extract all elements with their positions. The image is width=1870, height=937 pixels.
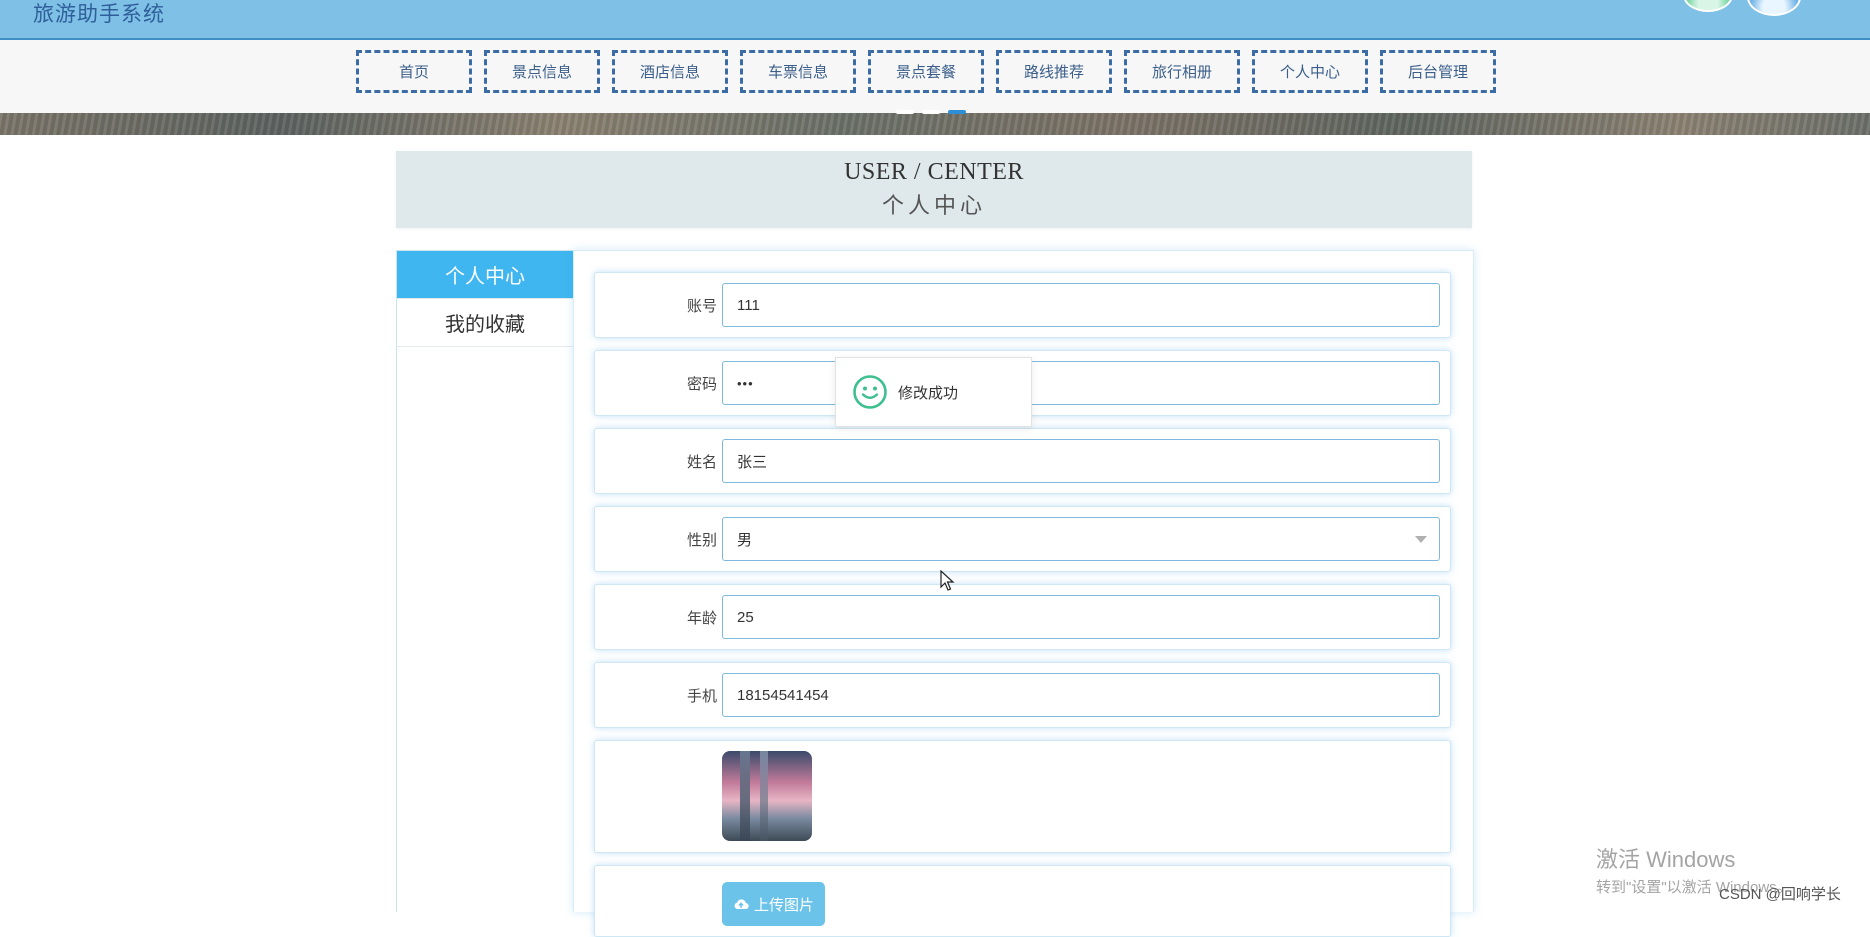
profile-form-panel: 账号 111 密码 ••• 姓名 张三 性别 男 年龄 25 手机 181545… [573,250,1474,937]
section-title-en: USER / CENTER [844,159,1024,185]
nav-tickets[interactable]: 车票信息 [740,50,856,93]
nav-routes[interactable]: 路线推荐 [996,50,1112,93]
password-input[interactable]: ••• [722,361,1440,405]
form-row-photo [594,740,1451,853]
mouse-pointer-icon [940,570,955,591]
toast-message: 修改成功 [898,384,959,402]
nav-hotels[interactable]: 酒店信息 [612,50,728,93]
nav-attractions[interactable]: 景点信息 [484,50,600,93]
form-row-age: 年龄 25 [594,584,1451,650]
user-avatar-icon[interactable] [1683,0,1733,12]
phone-input[interactable]: 18154541454 [722,673,1440,717]
gender-select[interactable]: 男 [722,517,1440,561]
nav-album[interactable]: 旅行相册 [1124,50,1240,93]
age-label: 年龄 [686,609,717,627]
upload-button-label: 上传图片 [753,896,814,914]
carousel-dot-active[interactable] [948,110,966,114]
form-row-phone: 手机 18154541454 [594,662,1451,728]
site-title[interactable]: 旅游助手系统 [33,0,165,28]
sidebar-item-user-center[interactable]: 个人中心 [397,251,573,299]
smile-icon [853,375,887,409]
csdn-credit: CSDN @回响学长 [1719,886,1841,903]
main-navigation: 首页 景点信息 酒店信息 车票信息 景点套餐 路线推荐 旅行相册 个人中心 后台… [0,40,1870,113]
top-header-bar: 旅游助手系统 [0,0,1870,40]
gender-label: 性别 [686,531,717,549]
user-menu-icon[interactable] [1747,0,1801,16]
upload-image-button[interactable]: 上传图片 [722,882,825,926]
sidebar-item-favorites[interactable]: 我的收藏 [397,299,573,347]
gender-selected-value: 男 [737,531,753,549]
cloud-upload-icon [734,899,749,910]
age-input[interactable]: 25 [722,595,1440,639]
account-label: 账号 [686,297,717,315]
phone-label: 手机 [686,687,717,705]
section-header: USER / CENTER 个人中心 [396,151,1472,228]
nav-packages[interactable]: 景点套餐 [868,50,984,93]
nav-user-center[interactable]: 个人中心 [1252,50,1368,93]
password-label: 密码 [686,375,717,393]
name-input[interactable]: 张三 [722,439,1440,483]
sidebar: 个人中心 我的收藏 [396,250,574,912]
form-row-gender: 性别 男 [594,506,1451,572]
account-input[interactable]: 111 [722,283,1440,327]
nav-home[interactable]: 首页 [356,50,472,93]
success-toast: 修改成功 [835,357,1032,427]
form-row-account: 账号 111 [594,272,1451,338]
name-label: 姓名 [686,453,717,471]
carousel-dot[interactable] [896,110,914,114]
banner-image [0,113,1870,135]
form-row-name: 姓名 张三 [594,428,1451,494]
nav-admin[interactable]: 后台管理 [1380,50,1496,93]
carousel-dot[interactable] [922,110,940,114]
chevron-down-icon[interactable] [1415,536,1427,543]
watermark-line-1: 激活 Windows [1596,847,1736,872]
form-row-upload: 上传图片 [594,865,1451,937]
avatar-photo[interactable] [722,751,812,841]
section-title-cn: 个人中心 [881,193,986,218]
